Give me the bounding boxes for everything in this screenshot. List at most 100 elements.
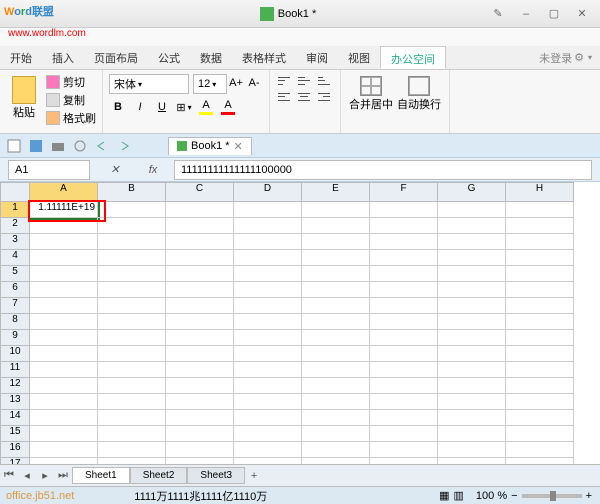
cut-button[interactable]: 剪切 [46, 74, 96, 90]
cell[interactable] [98, 314, 166, 330]
cell[interactable] [302, 218, 370, 234]
row-header[interactable]: 5 [0, 266, 30, 282]
redo-icon[interactable] [116, 138, 132, 154]
row-header[interactable]: 16 [0, 442, 30, 458]
underline-button[interactable]: U [153, 98, 171, 116]
cell[interactable] [302, 426, 370, 442]
cell[interactable] [370, 362, 438, 378]
cell[interactable] [438, 282, 506, 298]
cell[interactable] [302, 282, 370, 298]
cell[interactable] [302, 202, 370, 218]
first-sheet-button[interactable]: ⏮ [0, 467, 18, 485]
cell[interactable] [370, 330, 438, 346]
document-tab[interactable]: Book1 * ✕ [168, 137, 252, 155]
align-top-button[interactable] [276, 74, 292, 88]
cell[interactable] [234, 250, 302, 266]
feedback-icon[interactable]: ✎ [486, 5, 510, 23]
cell[interactable] [98, 266, 166, 282]
col-header[interactable]: G [438, 182, 506, 202]
cell[interactable] [370, 378, 438, 394]
cell[interactable] [506, 378, 574, 394]
decrease-font-button[interactable]: A- [245, 74, 263, 92]
cell[interactable] [438, 298, 506, 314]
zoom-slider[interactable] [522, 494, 582, 498]
zoom-in-button[interactable]: + [586, 490, 592, 502]
cell[interactable] [30, 314, 98, 330]
cell[interactable] [438, 426, 506, 442]
login-status[interactable]: 未登录⚙▾ [539, 46, 600, 69]
cell[interactable] [506, 234, 574, 250]
cell[interactable] [98, 410, 166, 426]
row-header[interactable]: 6 [0, 282, 30, 298]
cell[interactable] [30, 410, 98, 426]
col-header[interactable]: C [166, 182, 234, 202]
cell[interactable] [302, 266, 370, 282]
align-bottom-button[interactable] [316, 74, 332, 88]
cell[interactable] [98, 346, 166, 362]
cell[interactable] [370, 298, 438, 314]
cell[interactable] [370, 410, 438, 426]
col-header[interactable]: A [30, 182, 98, 202]
cell[interactable] [506, 346, 574, 362]
cell[interactable] [30, 426, 98, 442]
sheet-tab[interactable]: Sheet3 [187, 467, 245, 484]
cell[interactable] [438, 250, 506, 266]
cell[interactable] [370, 218, 438, 234]
cell[interactable] [234, 266, 302, 282]
cell[interactable]: 1.11111E+19 [30, 202, 98, 218]
cell[interactable] [302, 250, 370, 266]
tab-table-style[interactable]: 表格样式 [232, 46, 296, 69]
cell[interactable] [166, 442, 234, 458]
cell[interactable] [506, 282, 574, 298]
cell[interactable] [370, 394, 438, 410]
cell[interactable] [234, 282, 302, 298]
row-header[interactable]: 9 [0, 330, 30, 346]
cell[interactable] [30, 394, 98, 410]
cell[interactable] [302, 234, 370, 250]
row-header[interactable]: 2 [0, 218, 30, 234]
col-header[interactable]: E [302, 182, 370, 202]
cell[interactable] [234, 202, 302, 218]
cell[interactable] [30, 218, 98, 234]
cell[interactable] [370, 266, 438, 282]
font-color-button[interactable]: A [219, 98, 237, 116]
cell[interactable] [166, 266, 234, 282]
cell[interactable] [166, 378, 234, 394]
cell[interactable] [98, 362, 166, 378]
maximize-button[interactable]: ▢ [542, 5, 566, 23]
last-sheet-button[interactable]: ⏭ [54, 467, 72, 485]
cell[interactable] [506, 330, 574, 346]
cell[interactable] [438, 234, 506, 250]
font-name-select[interactable]: 宋体▾ [109, 74, 189, 94]
italic-button[interactable]: I [131, 98, 149, 116]
cell[interactable] [302, 298, 370, 314]
cell[interactable] [30, 298, 98, 314]
tab-formula[interactable]: 公式 [148, 46, 190, 69]
cell[interactable] [370, 282, 438, 298]
cell[interactable] [234, 346, 302, 362]
cell[interactable] [98, 442, 166, 458]
cell[interactable] [98, 394, 166, 410]
prev-sheet-button[interactable]: ◂ [18, 467, 36, 485]
align-left-button[interactable] [276, 90, 292, 104]
cell[interactable] [166, 330, 234, 346]
cell[interactable] [30, 346, 98, 362]
row-header[interactable]: 15 [0, 426, 30, 442]
merge-center-button[interactable]: 合并居中 [347, 74, 395, 129]
cell[interactable] [438, 346, 506, 362]
bold-button[interactable]: B [109, 98, 127, 116]
cell[interactable] [234, 298, 302, 314]
next-sheet-button[interactable]: ▸ [36, 467, 54, 485]
fill-color-button[interactable]: A [197, 98, 215, 116]
save-icon[interactable] [28, 138, 44, 154]
tab-office-space[interactable]: 办公空间 [380, 46, 446, 69]
cell[interactable] [438, 330, 506, 346]
cell[interactable] [234, 394, 302, 410]
cell[interactable] [506, 442, 574, 458]
cell[interactable] [166, 346, 234, 362]
cell[interactable] [302, 346, 370, 362]
cell[interactable] [234, 314, 302, 330]
cell[interactable] [98, 250, 166, 266]
cell[interactable] [166, 234, 234, 250]
col-header[interactable]: D [234, 182, 302, 202]
